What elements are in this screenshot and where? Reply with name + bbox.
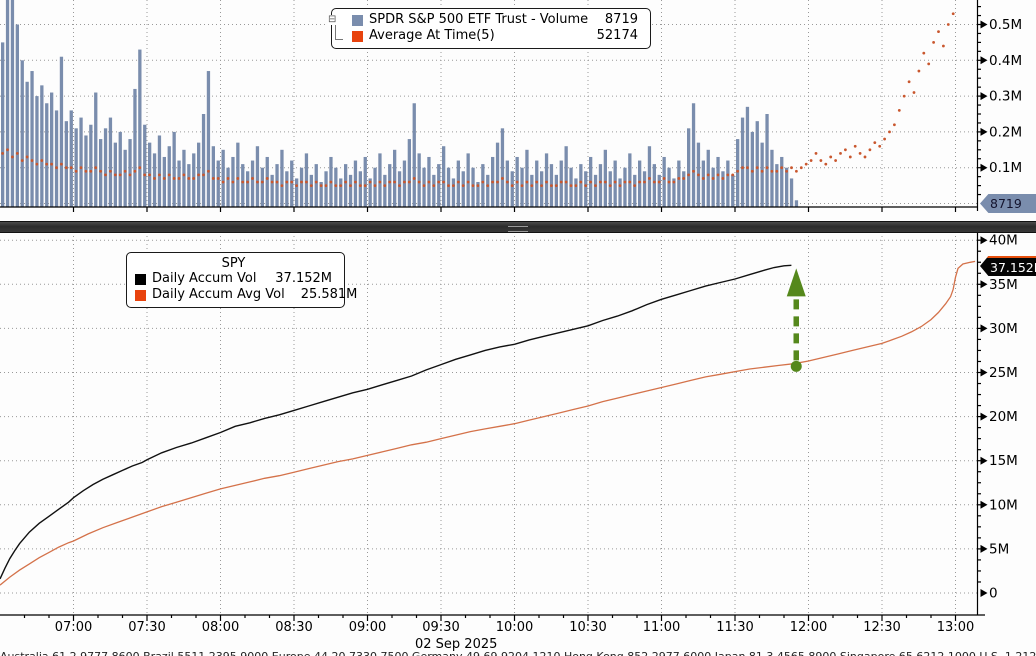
accum-legend[interactable]: SPY Daily Accum Vol 37.152M Daily Accum … <box>126 252 345 308</box>
legend-tree-connector <box>335 25 343 40</box>
x-tick-label: 07:30 <box>128 620 165 635</box>
volume-series-swatch <box>352 15 363 26</box>
accum-avg-label: Daily Accum Avg Vol <box>152 287 285 303</box>
svg-text:10M: 10M <box>989 497 1018 513</box>
accum-avg-value: 25.581M <box>291 287 358 303</box>
volume-last-value-badge: 8719 <box>980 194 1036 213</box>
chart-canvas[interactable]: 0.5M 0.4M 0.3M 0.2M 0.1M 40M 35M 30M 25M 20M 15M 10… <box>0 0 1036 656</box>
svg-text:5M: 5M <box>989 541 1009 557</box>
svg-text:0.1M: 0.1M <box>989 160 1022 176</box>
panel-splitter[interactable] <box>0 221 1036 233</box>
x-tick-label: 12:00 <box>790 620 827 635</box>
x-tick-label: 10:00 <box>496 620 533 635</box>
x-tick-label: 09:30 <box>422 620 459 635</box>
svg-text:40M: 40M <box>989 233 1018 249</box>
svg-text:30M: 30M <box>989 321 1018 337</box>
svg-text:0.3M: 0.3M <box>989 89 1022 105</box>
x-tick-label: 10:30 <box>569 620 606 635</box>
svg-text:0.5M: 0.5M <box>989 17 1022 33</box>
svg-text:20M: 20M <box>989 409 1018 425</box>
accum-vol-label: Daily Accum Vol <box>152 271 259 287</box>
legend-row-average[interactable]: Average At Time(5) 52174 <box>340 28 638 44</box>
volume-series-value: 8719 <box>595 12 638 28</box>
average-series-swatch <box>352 31 363 42</box>
accum-avg-swatch <box>135 290 146 301</box>
bloomberg-volume-chart: 0.5M 0.4M 0.3M 0.2M 0.1M 40M 35M 30M 25M 20M 15M 10… <box>0 0 1036 656</box>
x-tick-label: 08:00 <box>202 620 239 635</box>
x-tick-label: 12:30 <box>863 620 900 635</box>
volume-legend[interactable]: ⊟ SPDR S&P 500 ETF Trust - Volume 8719 A… <box>331 8 651 49</box>
x-tick-label: 11:00 <box>643 620 680 635</box>
svg-text:0: 0 <box>989 586 998 602</box>
accum-vol-value: 37.152M <box>265 271 332 287</box>
average-series-value: 52174 <box>587 28 638 44</box>
legend-row-accum-vol[interactable]: Daily Accum Vol 37.152M <box>135 271 332 287</box>
svg-text:35M: 35M <box>989 277 1018 293</box>
legend-row-volume[interactable]: SPDR S&P 500 ETF Trust - Volume 8719 <box>340 12 638 28</box>
x-tick-label: 09:00 <box>349 620 386 635</box>
legend-row-accum-avg[interactable]: Daily Accum Avg Vol 25.581M <box>135 287 332 303</box>
accum-last-value-badge: 37.152M <box>980 256 1036 276</box>
splitter-grip-icon <box>508 226 528 232</box>
svg-text:25M: 25M <box>989 365 1018 381</box>
x-tick-label: 08:30 <box>275 620 312 635</box>
volume-series-label: SPDR S&P 500 ETF Trust - Volume <box>369 12 589 28</box>
average-series-label: Average At Time(5) <box>369 28 581 44</box>
x-tick-label: 11:30 <box>716 620 753 635</box>
footer-attribution: Australia 61 2 9777 8600 Brazil 5511 239… <box>0 650 1036 656</box>
accum-legend-title: SPY <box>135 256 332 271</box>
x-tick-label: 07:00 <box>55 620 92 635</box>
accum-vol-swatch <box>135 274 146 285</box>
legend-expander-icon[interactable]: ⊟ <box>328 15 342 25</box>
x-tick-label: 13:00 <box>937 620 974 635</box>
svg-text:15M: 15M <box>989 453 1018 469</box>
svg-text:0.2M: 0.2M <box>989 124 1022 140</box>
svg-text:0.4M: 0.4M <box>989 53 1022 69</box>
x-axis-labels: 07:00 07:30 08:00 08:30 09:00 09:30 10:00 10:30… <box>0 620 1036 635</box>
